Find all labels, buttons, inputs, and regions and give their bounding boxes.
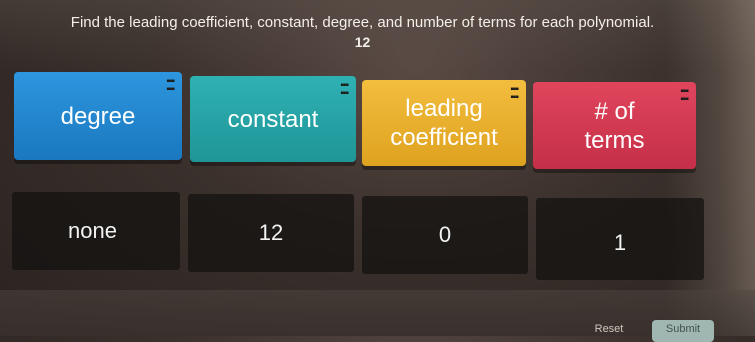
- reset-button[interactable]: Reset: [578, 320, 640, 342]
- draggable-tile-constant[interactable]: ▪▪▪ ▪▪▪ constant: [190, 76, 356, 162]
- draggable-tile-leading-coefficient[interactable]: ▪▪▪ ▪▪▪ leading coefficient: [362, 80, 526, 166]
- footer-bar: [0, 290, 755, 336]
- tile-label: constant: [227, 105, 319, 133]
- tile-label: # of terms: [584, 97, 645, 154]
- drag-handle-icon[interactable]: ▪▪▪ ▪▪▪: [680, 87, 689, 105]
- answer-value: 12: [258, 220, 284, 245]
- tile-label: leading coefficient: [390, 95, 498, 151]
- drag-handle-icon[interactable]: ▪▪▪ ▪▪▪: [340, 81, 349, 99]
- polynomial-expression: 12: [354, 34, 371, 50]
- answer-value: 0: [438, 222, 452, 247]
- tile-label: degree: [60, 102, 136, 130]
- answer-slot-4[interactable]: 1: [536, 198, 704, 280]
- question-prompt: Find the leading coefficient, constant, …: [70, 14, 655, 31]
- submit-button[interactable]: Submit: [652, 320, 714, 342]
- drag-handle-icon[interactable]: ▪▪▪ ▪▪▪: [510, 85, 519, 103]
- answer-value: none: [68, 218, 117, 243]
- draggable-tile-degree[interactable]: ▪▪▪ ▪▪▪ degree: [14, 72, 182, 160]
- answer-slot-2[interactable]: 12: [188, 194, 354, 272]
- answer-slot-1[interactable]: none: [12, 192, 180, 270]
- draggable-tile-number-of-terms[interactable]: ▪▪▪ ▪▪▪ # of terms: [533, 82, 696, 169]
- answer-value: 1: [613, 230, 627, 255]
- answer-slot-3[interactable]: 0: [362, 196, 528, 274]
- drag-handle-icon[interactable]: ▪▪▪ ▪▪▪: [166, 77, 175, 95]
